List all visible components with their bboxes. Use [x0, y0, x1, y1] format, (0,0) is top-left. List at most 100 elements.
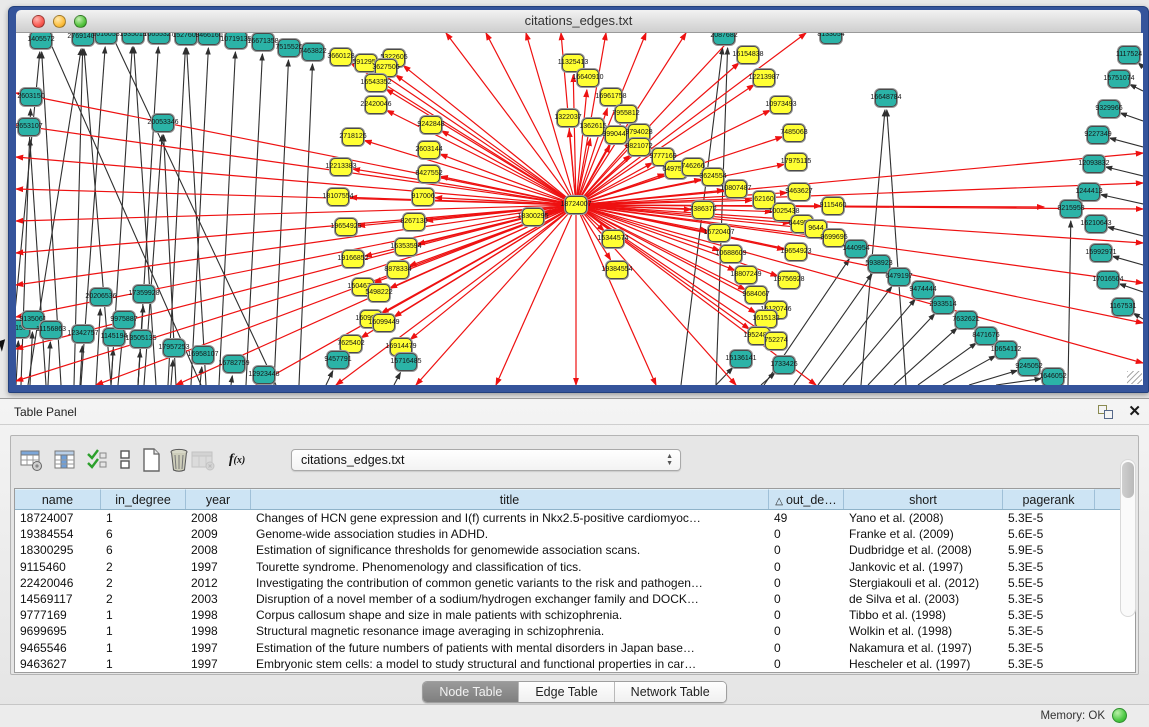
close-window-button[interactable] [32, 15, 45, 28]
function-builder-icon[interactable]: f(x) [223, 446, 251, 474]
table-cell[interactable]: 2 [101, 591, 186, 607]
graph-node[interactable]: 2603150 [20, 88, 42, 106]
column-header-outde[interactable]: △out_de… [769, 489, 844, 509]
table-scrollbar-thumb[interactable] [1122, 462, 1134, 498]
column-header-indegree[interactable]: in_degree [101, 489, 186, 509]
column-header-short[interactable]: short [844, 489, 1003, 509]
float-panel-icon[interactable] [1098, 405, 1113, 419]
graph-node[interactable]: 9329966 [1098, 100, 1120, 118]
table-cell[interactable]: 1 [101, 656, 186, 672]
table-row[interactable]: 911546021997Tourette syndrome. Phenomeno… [15, 559, 1135, 575]
table-cell[interactable]: Genome-wide association studies in ADHD. [251, 526, 769, 542]
table-cell[interactable]: 1 [101, 623, 186, 639]
table-cell[interactable]: 1997 [186, 640, 251, 656]
close-panel-icon[interactable]: ✕ [1128, 402, 1141, 420]
graph-node[interactable]: 9990443 [605, 126, 627, 144]
table-cell[interactable]: 49 [769, 510, 844, 526]
graph-node[interactable]: 2016053 [95, 33, 117, 44]
graph-node[interactable]: 19756928 [778, 271, 800, 289]
graph-node[interactable]: 12093832 [1083, 155, 1105, 173]
graph-node[interactable]: 9115460 [822, 197, 844, 215]
graph-node[interactable]: 18107554 [327, 188, 349, 206]
graph-node[interactable]: 16958107 [192, 346, 214, 364]
table-cell[interactable]: 0 [769, 526, 844, 542]
table-cell[interactable]: 1998 [186, 607, 251, 623]
graph-node[interactable]: 10973493 [770, 96, 792, 114]
graph-node[interactable]: 7632621 [955, 311, 977, 329]
table-cell[interactable]: 9699695 [15, 623, 101, 639]
graph-node[interactable]: 9699695 [823, 229, 845, 247]
graph-node[interactable]: 13505135 [130, 330, 152, 348]
graph-node[interactable]: 16720407 [708, 224, 730, 242]
tab-node-table[interactable]: Node Table [423, 682, 519, 702]
tab-network-table[interactable]: Network Table [615, 682, 726, 702]
table-cell[interactable]: 5.5E-5 [1003, 575, 1095, 591]
graph-node[interactable]: 917006 [412, 188, 434, 206]
graph-node[interactable]: 2087682 [713, 33, 735, 45]
table-cell[interactable]: 5.3E-5 [1003, 640, 1095, 656]
table-cell[interactable]: 1998 [186, 623, 251, 639]
new-table-icon[interactable] [137, 446, 165, 474]
table-cell[interactable]: Tourette syndrome. Phenomenology and cla… [251, 559, 769, 575]
graph-node[interactable]: 17957253 [163, 339, 185, 357]
table-cell[interactable]: Investigating the contribution of common… [251, 575, 769, 591]
graph-node[interactable]: 10655327 [148, 33, 170, 44]
graph-node[interactable]: 16640910 [577, 69, 599, 87]
graph-node[interactable]: 5938923 [868, 255, 890, 273]
graph-node[interactable]: 1244413 [1078, 183, 1100, 201]
graph-node[interactable]: 19384554 [606, 261, 628, 279]
graph-node[interactable]: 19654925 [335, 218, 357, 236]
graph-node[interactable]: 9242848 [420, 116, 442, 134]
graph-node[interactable]: 6479197 [888, 268, 910, 286]
table-cell[interactable]: 18300295 [15, 542, 101, 558]
graph-node[interactable]: 2603144 [418, 141, 440, 159]
graph-node[interactable]: 9474444 [912, 281, 934, 299]
graph-node[interactable]: 10688609 [720, 245, 742, 263]
table-cell[interactable]: 0 [769, 607, 844, 623]
graph-node[interactable]: 12213987 [753, 69, 775, 87]
graph-node[interactable]: 1646052 [1042, 368, 1064, 385]
graph-node[interactable]: 9975887 [113, 311, 135, 329]
table-cell[interactable]: Corpus callosum shape and size in male p… [251, 607, 769, 623]
graph-node[interactable]: 18300295 [522, 208, 544, 226]
graph-node[interactable]: 1615132 [755, 310, 777, 328]
table-settings-icon[interactable] [17, 446, 45, 474]
table-cell[interactable]: 1997 [186, 656, 251, 672]
table-header-row[interactable]: namein_degreeyeartitle△out_de…shortpager… [15, 489, 1135, 510]
graph-node[interactable]: 1145194 [103, 328, 125, 346]
table-cell[interactable]: 5.3E-5 [1003, 591, 1095, 607]
column-header-pagerank[interactable]: pagerank [1003, 489, 1095, 509]
network-window-titlebar[interactable]: citations_edges.txt [16, 10, 1141, 33]
graph-node[interactable]: 3624554 [702, 168, 724, 186]
graph-node[interactable]: 15992971 [1090, 244, 1112, 262]
graph-node[interactable]: 752274 [765, 332, 787, 350]
graph-node[interactable]: 1733426 [773, 356, 795, 374]
graph-node[interactable]: 17359928 [133, 285, 155, 303]
graph-node[interactable]: 8133054 [820, 33, 842, 44]
table-cell[interactable]: 19384554 [15, 526, 101, 542]
table-cell[interactable]: Yano et al. (2008) [844, 510, 1003, 526]
graph-node[interactable]: 5498222 [368, 284, 390, 302]
graph-node[interactable]: 9463627 [788, 183, 810, 201]
row-height-icon[interactable] [111, 446, 139, 474]
graph-node[interactable]: 10654112 [995, 341, 1017, 359]
graph-node[interactable]: 7955812 [615, 105, 637, 123]
graph-node[interactable]: 19654923 [785, 243, 807, 261]
network-table-select[interactable]: citations_edges.txt ▲▼ [291, 449, 681, 471]
table-cell[interactable]: Hescheler et al. (1997) [844, 656, 1003, 672]
graph-node[interactable]: 20206536 [90, 288, 112, 306]
table-cell[interactable]: 5.3E-5 [1003, 656, 1095, 672]
graph-node[interactable]: 1405572 [30, 33, 52, 49]
graph-node[interactable]: 16648784 [875, 89, 897, 107]
table-cell[interactable]: Wolkin et al. (1998) [844, 623, 1003, 639]
column-header-year[interactable]: year [186, 489, 251, 509]
network-canvas[interactable]: .er{stroke:#ee1111;stroke-width:1.2}.eb{… [16, 33, 1143, 385]
graph-node[interactable]: 8267130 [403, 213, 425, 231]
graph-node[interactable]: 16099449 [373, 314, 395, 332]
graph-node[interactable]: 8878334 [387, 261, 409, 279]
graph-node[interactable]: 2933514 [932, 296, 954, 314]
table-cell[interactable]: 9465546 [15, 640, 101, 656]
table-cell[interactable]: 0 [769, 575, 844, 591]
column-header-name[interactable]: name [15, 489, 101, 509]
table-row[interactable]: 946554611997Estimation of the future num… [15, 640, 1135, 656]
